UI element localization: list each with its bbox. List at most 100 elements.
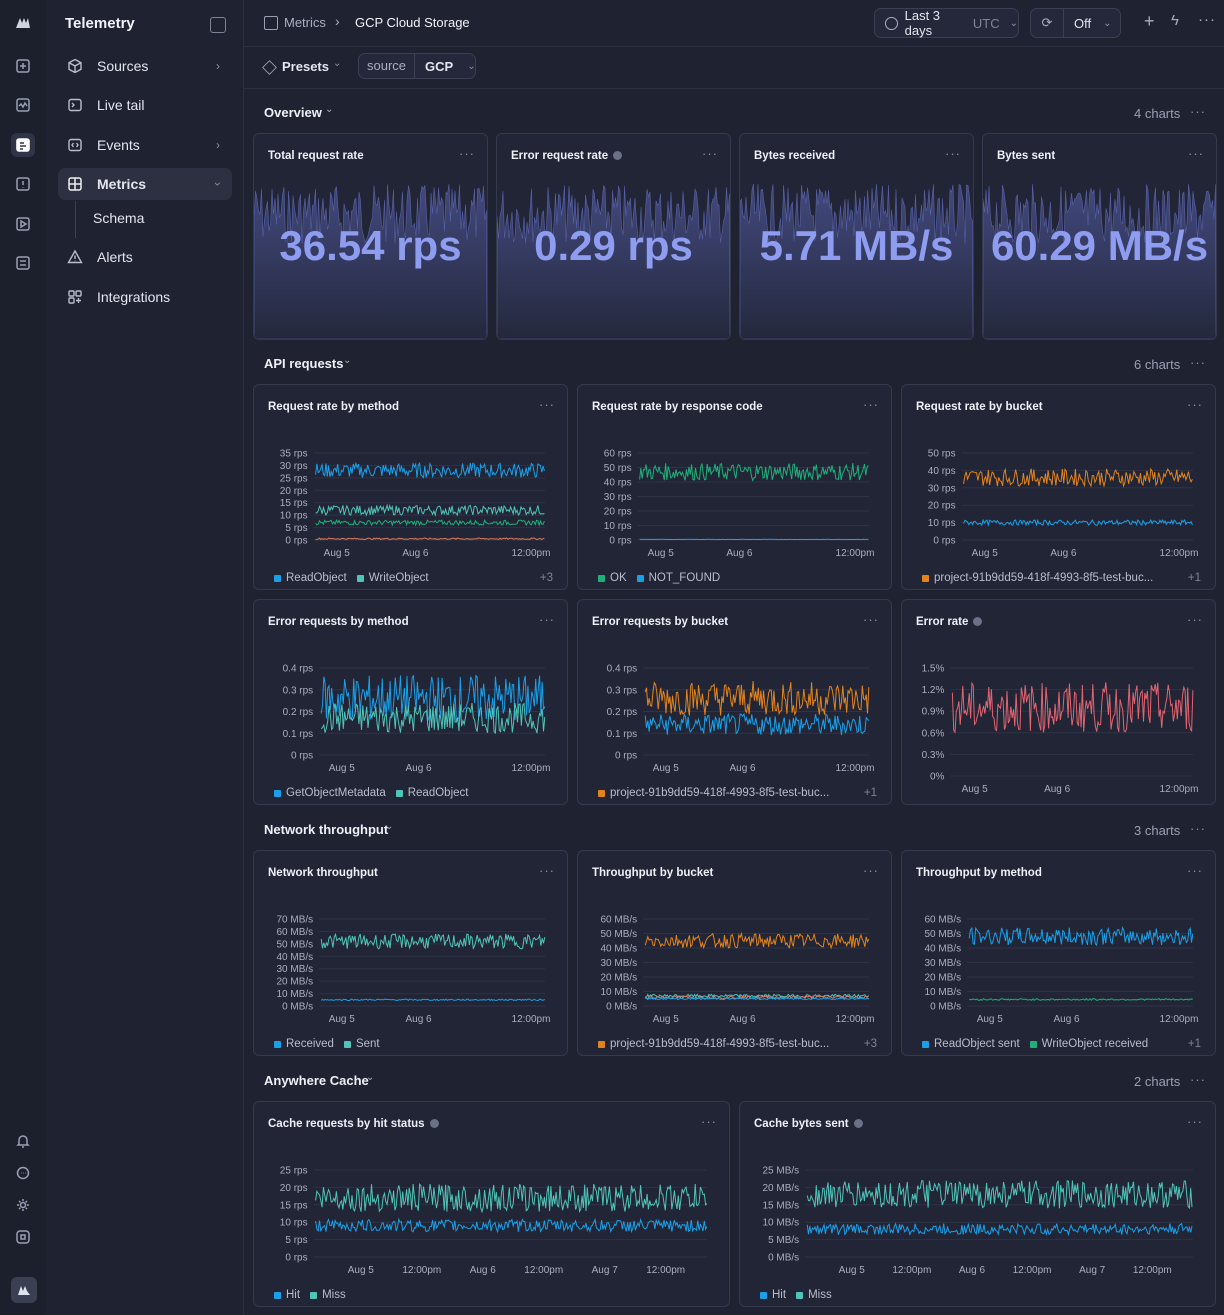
chevron-down-icon[interactable]: ⌄ bbox=[343, 355, 351, 366]
legend-item[interactable]: ReadObject bbox=[274, 572, 347, 584]
breadcrumb-parent[interactable]: Metrics bbox=[284, 15, 326, 30]
sidebar-item-schema[interactable]: Schema bbox=[93, 210, 144, 226]
source-filter[interactable]: source GCP ⌄ bbox=[358, 53, 476, 79]
legend-item[interactable]: ReadObject bbox=[395, 787, 468, 799]
bell-icon[interactable] bbox=[11, 1129, 35, 1153]
stat-card-bytes-received[interactable]: Bytes received ··· 5.71 MB/s bbox=[739, 133, 974, 340]
chart-card-network-throughput[interactable]: 70 MB/s 60 MB/s 50 MB/s 40 MB/s 30 MB/s 20 MB… bbox=[253, 850, 568, 1056]
chart-card-request-rate-by-method[interactable]: 35 rps 30 rps 25 rps 20 rps 15 rps 10 rps 5 rp… bbox=[253, 384, 568, 590]
legend-item[interactable]: WriteObject received bbox=[1029, 1038, 1148, 1050]
chat-icon[interactable] bbox=[11, 1161, 35, 1185]
chart-plot: 35 rps30 rps25 rps 20 rps15 rps 10 rps5 rp… bbox=[280, 449, 551, 560]
chevron-down-icon[interactable]: ⌄ bbox=[325, 104, 333, 115]
info-icon[interactable] bbox=[429, 1119, 439, 1129]
y-tick-label: 0.2 rps bbox=[607, 707, 638, 718]
presets-button[interactable]: Presets bbox=[282, 59, 329, 74]
stat-card-total-request-rate[interactable]: Total request rate ··· 36.54 rps bbox=[253, 133, 488, 340]
legend-more-count[interactable]: +3 bbox=[540, 572, 553, 584]
section-title-anywhere-cache[interactable]: Anywhere Cache bbox=[264, 1073, 369, 1088]
sidebar-item-alerts[interactable]: Alerts bbox=[58, 241, 232, 273]
chart-card-error-rate[interactable]: 1.5% 1.2% 0.9% 0.6% 0.3% 0% Aug 5 Aug 6 12:00pm E… bbox=[901, 599, 1216, 805]
sidebar-item-integrations[interactable]: Integrations bbox=[58, 281, 232, 313]
refresh-control[interactable]: ⟳ Off ⌄ bbox=[1030, 8, 1121, 38]
more-options-icon[interactable]: ··· bbox=[702, 146, 718, 161]
legend-item[interactable]: Miss bbox=[310, 1289, 346, 1301]
more-options-icon[interactable]: ··· bbox=[945, 146, 961, 161]
more-options-icon[interactable]: ··· bbox=[1187, 863, 1203, 878]
more-options-icon[interactable]: ··· bbox=[539, 863, 555, 878]
more-options-icon[interactable]: ··· bbox=[539, 397, 555, 412]
sidebar-item-metrics[interactable]: Metrics › bbox=[58, 168, 232, 200]
more-options-icon[interactable]: ··· bbox=[863, 863, 879, 878]
more-options-icon[interactable]: ··· bbox=[1190, 1072, 1206, 1087]
legend-item[interactable]: NOT_FOUND bbox=[636, 572, 720, 584]
lightning-icon[interactable]: ϟ bbox=[1171, 12, 1179, 29]
legend-item[interactable]: WriteObject bbox=[356, 572, 429, 584]
legend-item[interactable]: GetObjectMetadata bbox=[274, 787, 386, 799]
legend-more-count[interactable]: +1 bbox=[1188, 1038, 1201, 1050]
activity-icon[interactable] bbox=[11, 93, 35, 117]
chart-card-error-requests-by-bucket[interactable]: 0.4 rps 0.3 rps 0.2 rps 0.1 rps 0 rps Aug 5 Au… bbox=[577, 599, 892, 805]
legend-item[interactable]: OK bbox=[598, 572, 627, 584]
chart-card-throughput-by-bucket[interactable]: 60 MB/s 50 MB/s 40 MB/s 30 MB/s 20 MB/s 10 MB… bbox=[577, 850, 892, 1056]
sidebar-item-live-tail[interactable]: Live tail bbox=[58, 89, 232, 121]
stat-card-error-request-rate[interactable]: Error request rate ··· 0.29 rps bbox=[496, 133, 731, 340]
section-title-overview[interactable]: Overview bbox=[264, 105, 322, 120]
more-options-icon[interactable]: ··· bbox=[1188, 146, 1204, 161]
more-options-icon[interactable]: ··· bbox=[701, 1114, 717, 1129]
sidebar-item-events[interactable]: Events › bbox=[58, 129, 232, 161]
alert-square-icon[interactable] bbox=[11, 172, 35, 196]
info-icon[interactable] bbox=[853, 1119, 863, 1129]
more-options-icon[interactable]: ··· bbox=[863, 612, 879, 627]
chart-card-request-rate-by-response-code[interactable]: 60 rps 50 rps 40 rps 30 rps 20 rps 10 rps 0 rp… bbox=[577, 384, 892, 590]
collapse-sidebar-icon[interactable] bbox=[210, 17, 226, 33]
chevron-down-icon[interactable]: ⌄ bbox=[366, 1072, 374, 1083]
settings-square-icon[interactable] bbox=[11, 251, 35, 275]
more-options-icon[interactable]: ··· bbox=[1187, 1114, 1203, 1129]
time-range-picker[interactable]: Last 3 days UTC ⌄ bbox=[874, 8, 1019, 38]
workspace-avatar[interactable] bbox=[11, 1277, 37, 1303]
chart-card-cache-requests-by-hit-status[interactable]: 25 rps 20 rps 15 rps 10 rps 5 rps 0 rps Aug 5 1… bbox=[253, 1101, 730, 1307]
more-options-icon[interactable]: ··· bbox=[1190, 355, 1206, 370]
legend-item[interactable]: Received bbox=[274, 1038, 334, 1050]
chart-card-request-rate-by-bucket[interactable]: 50 rps 40 rps 30 rps 20 rps 10 rps 0 rps Aug 5… bbox=[901, 384, 1216, 590]
logo-icon[interactable] bbox=[11, 11, 35, 35]
section-title-network[interactable]: Network throughput bbox=[264, 822, 388, 837]
more-options-icon[interactable]: ··· bbox=[459, 146, 475, 161]
refresh-icon[interactable]: ⟳ bbox=[1031, 9, 1064, 37]
legend-item[interactable]: Hit bbox=[760, 1289, 786, 1301]
legend-more-count[interactable]: +1 bbox=[864, 787, 877, 799]
legend-item[interactable]: Hit bbox=[274, 1289, 300, 1301]
more-options-icon[interactable]: ··· bbox=[539, 612, 555, 627]
more-options-icon[interactable]: ··· bbox=[1190, 104, 1206, 119]
play-square-icon[interactable] bbox=[11, 212, 35, 236]
legend-item[interactable]: project-91b9dd59-418f-4993-8f5-test-buc.… bbox=[598, 787, 829, 799]
stat-card-bytes-sent[interactable]: Bytes sent ··· 60.29 MB/s bbox=[982, 133, 1217, 340]
more-options-icon[interactable]: ··· bbox=[1198, 11, 1216, 28]
chevron-down-icon[interactable]: ⌄ bbox=[385, 821, 393, 832]
command-icon[interactable] bbox=[11, 1225, 35, 1249]
more-options-icon[interactable]: ··· bbox=[1187, 612, 1203, 627]
legend-more-count[interactable]: +3 bbox=[864, 1038, 877, 1050]
app-title: Telemetry bbox=[65, 15, 135, 32]
legend-item[interactable]: ReadObject sent bbox=[922, 1038, 1020, 1050]
legend-item[interactable]: project-91b9dd59-418f-4993-8f5-test-buc.… bbox=[922, 572, 1153, 584]
sidebar-item-sources[interactable]: Sources › bbox=[58, 50, 232, 82]
legend-item[interactable]: Miss bbox=[796, 1289, 832, 1301]
plus-square-icon[interactable] bbox=[11, 54, 35, 78]
more-options-icon[interactable]: ··· bbox=[1190, 821, 1206, 836]
chart-card-throughput-by-method[interactable]: 60 MB/s 50 MB/s 40 MB/s 30 MB/s 20 MB/s 10 MB… bbox=[901, 850, 1216, 1056]
info-icon[interactable] bbox=[973, 617, 983, 627]
chart-card-cache-bytes-sent[interactable]: 25 MB/s 20 MB/s 15 MB/s 10 MB/s 5 MB/s 0 MB/s… bbox=[739, 1101, 1216, 1307]
more-options-icon[interactable]: ··· bbox=[1187, 397, 1203, 412]
section-title-api-requests[interactable]: API requests bbox=[264, 356, 343, 371]
add-icon[interactable]: + bbox=[1144, 11, 1155, 32]
legend-more-count[interactable]: +1 bbox=[1188, 572, 1201, 584]
legend-item[interactable]: project-91b9dd59-418f-4993-8f5-test-buc.… bbox=[598, 1038, 829, 1050]
more-options-icon[interactable]: ··· bbox=[863, 397, 879, 412]
chart-card-error-requests-by-method[interactable]: 0.4 rps 0.3 rps 0.2 rps 0.1 rps 0 rps Aug 5 Au… bbox=[253, 599, 568, 805]
dashboards-icon[interactable] bbox=[11, 133, 35, 157]
info-icon[interactable] bbox=[613, 151, 623, 161]
sun-icon[interactable] bbox=[11, 1193, 35, 1217]
legend-item[interactable]: Sent bbox=[343, 1038, 380, 1050]
